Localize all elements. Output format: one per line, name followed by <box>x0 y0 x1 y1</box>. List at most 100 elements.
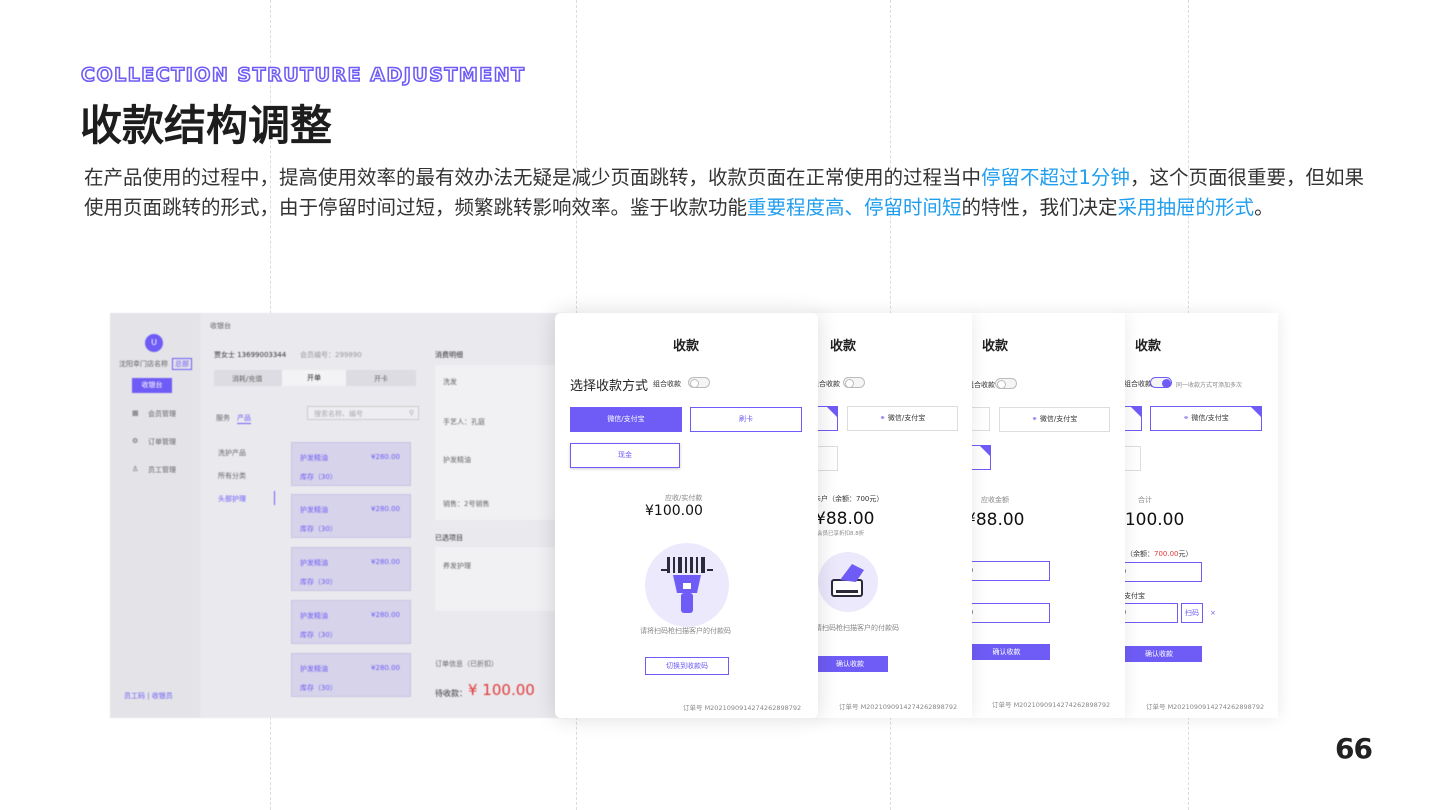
balance-value: 700.00 <box>1154 550 1179 558</box>
amount-input[interactable]: 0 <box>967 561 1050 581</box>
nav-item-member[interactable]: 会员管理 <box>148 409 176 419</box>
order-number: 订单号 M2021090914274262898792 <box>683 704 802 712</box>
drawer-title: 收款 <box>673 339 700 354</box>
product-name: 护发精油 <box>300 612 328 620</box>
tab-card[interactable]: 开卡 <box>374 374 388 384</box>
balance-line: （余额：700.00元） <box>1126 549 1193 559</box>
due-amount: ¥88.00 <box>967 510 1025 530</box>
total-label: 合计 <box>1138 496 1152 504</box>
product-price: ¥280.00 <box>371 611 400 619</box>
method-card[interactable]: 刷卡 <box>690 407 802 432</box>
switch-qr-button[interactable]: 切换到收款码 <box>645 657 729 675</box>
sidebar-footer[interactable]: 员工码 | 收银员 <box>124 691 173 701</box>
category-item-active[interactable]: 头部护理 <box>218 494 246 504</box>
balance-label: （余额： <box>1126 550 1154 558</box>
selected-panel: 养发护理 <box>435 547 570 611</box>
page-title: 收款结构调整 <box>80 101 333 150</box>
cashier-app-screenshot: U 沈阳幸门店名称 总部 收银台 ▦ 会员管理 ⚙ 订单管理 ♙ 员工管理 员工… <box>110 313 570 718</box>
highlight-text: 重要程度高、停留时间短 <box>747 196 962 219</box>
sidebar: U 沈阳幸门店名称 总部 收银台 ▦ 会员管理 ⚙ 订单管理 ♙ 员工管理 员工… <box>110 313 200 718</box>
payment-icon: ⚭ <box>1031 415 1040 423</box>
category-item[interactable]: 所有分类 <box>218 471 246 481</box>
nav-item-staff[interactable]: 员工管理 <box>148 465 176 475</box>
nav-icon: ▦ <box>132 409 139 417</box>
member-number: 会员编号：299890 <box>300 351 362 359</box>
detail-title: 消费明细 <box>435 351 463 359</box>
scan-button[interactable]: 扫码 <box>1181 603 1203 623</box>
combine-note: 同一收款方式可添加多次 <box>1176 382 1243 389</box>
scan-hint: 请扫码枪扫描客户的付款码 <box>815 624 899 632</box>
confirm-button[interactable]: 确认收款 <box>967 644 1050 660</box>
method-wechat-alipay[interactable]: ⚭ 微信/支付宝 <box>1150 406 1262 431</box>
scanner-illustration <box>645 543 729 627</box>
detail-row: 销售：2号销售 <box>443 500 490 508</box>
method-cash[interactable]: 现金 <box>570 443 680 468</box>
subtab-product[interactable]: 产品 <box>237 413 251 424</box>
product-card[interactable]: 护发精油 ¥280.00 库存（30） <box>291 494 411 538</box>
subtab-service[interactable]: 服务 <box>216 413 230 423</box>
product-card[interactable]: 护发精油 ¥280.00 库存（30） <box>291 600 411 644</box>
amount-input[interactable]: 0 <box>967 603 1050 623</box>
product-name: 护发精油 <box>300 454 328 462</box>
amount-input[interactable]: 0 <box>1120 603 1178 623</box>
confirm-button[interactable]: 确认收款 <box>1120 646 1202 662</box>
barcode-scanner-icon <box>661 557 713 613</box>
tab-order[interactable]: 开单 <box>282 370 346 386</box>
method-label: 微信/支付宝 <box>887 414 926 422</box>
amount-input[interactable]: 0 <box>1120 562 1202 582</box>
drawer-title: 收款 <box>830 339 857 354</box>
combine-label: 组合收款 <box>653 380 681 388</box>
combine-toggle[interactable] <box>688 377 710 388</box>
tab-consume[interactable]: 消耗/充值 <box>232 374 262 384</box>
store-tag: 总部 <box>172 358 192 370</box>
product-name: 护发精油 <box>300 665 328 673</box>
balance-label: 卡户（余额：700元） <box>814 495 884 503</box>
product-card[interactable]: 护发精油 ¥280.00 库存（30） <box>291 653 411 697</box>
remove-icon[interactable]: × <box>1210 609 1216 617</box>
combine-toggle[interactable] <box>995 378 1017 389</box>
product-card[interactable]: 护发精油 ¥280.00 库存（30） <box>291 442 411 486</box>
cashier-button[interactable]: 收银台 <box>132 378 172 393</box>
due-amount: ¥88.00 <box>815 509 875 529</box>
product-price: ¥280.00 <box>371 505 400 513</box>
text-segment: 的特性，我们决定 <box>961 196 1118 219</box>
amount-label: 应收/实付款 <box>665 494 703 502</box>
method-wechat-alipay[interactable]: 微信/支付宝 <box>570 407 682 432</box>
category-item[interactable]: 洗护产品 <box>218 448 246 458</box>
choose-method-label: 选择收款方式 <box>570 379 649 394</box>
method-label: 微信/支付宝 <box>1191 414 1229 422</box>
page-number: 66 <box>1335 732 1373 765</box>
text-segment: 。 <box>1254 196 1274 219</box>
method-wechat-alipay[interactable]: ⚭ 微信/支付宝 <box>847 406 958 431</box>
product-stock: 库存（30） <box>300 631 337 639</box>
product-price: ¥280.00 <box>371 558 400 566</box>
search-icon: ⚲ <box>408 409 414 417</box>
nav-item-orders[interactable]: 订单管理 <box>148 437 176 447</box>
product-name: 护发精油 <box>300 559 328 567</box>
search-input[interactable]: 搜索名称、编号 ⚲ <box>307 406 419 420</box>
search-placeholder: 搜索名称、编号 <box>314 410 363 418</box>
drawer-title: 收款 <box>1135 339 1162 354</box>
payment-drawer-split: 收款 组合收款 ⚭ 微信/支付宝 应收金额 ¥88.00 0 0 确认收款 订单… <box>967 313 1125 718</box>
combine-toggle[interactable] <box>1150 377 1172 388</box>
avatar[interactable]: U <box>145 334 163 352</box>
category-indicator <box>274 491 275 505</box>
method-wechat-alipay[interactable]: ⚭ 微信/支付宝 <box>999 407 1110 432</box>
combine-label: 组合收款 <box>1124 380 1152 388</box>
order-info-label: 订单信息（已折扣） <box>435 660 498 668</box>
confirm-button[interactable]: 确认收款 <box>812 656 888 672</box>
product-card[interactable]: 护发精油 ¥280.00 库存（30） <box>291 547 411 591</box>
drawer-title: 收款 <box>982 339 1009 354</box>
product-name: 护发精油 <box>300 506 328 514</box>
highlight-text: 停留不超过1分钟 <box>981 166 1130 189</box>
store-name: 沈阳幸门店名称 <box>119 360 168 368</box>
combine-toggle[interactable] <box>843 377 865 388</box>
detail-row: 护发精油 <box>443 456 471 464</box>
product-price: ¥280.00 <box>371 453 400 461</box>
scanner-illustration <box>818 552 878 612</box>
member-discount-note: 会员已享折扣8.8折 <box>817 531 865 537</box>
balance-unit: 元） <box>1178 550 1193 558</box>
customer-info: 贾女士 13699003344 <box>214 351 287 359</box>
selected-title: 已选项目 <box>435 534 463 542</box>
nav-icon: ♙ <box>132 465 139 473</box>
